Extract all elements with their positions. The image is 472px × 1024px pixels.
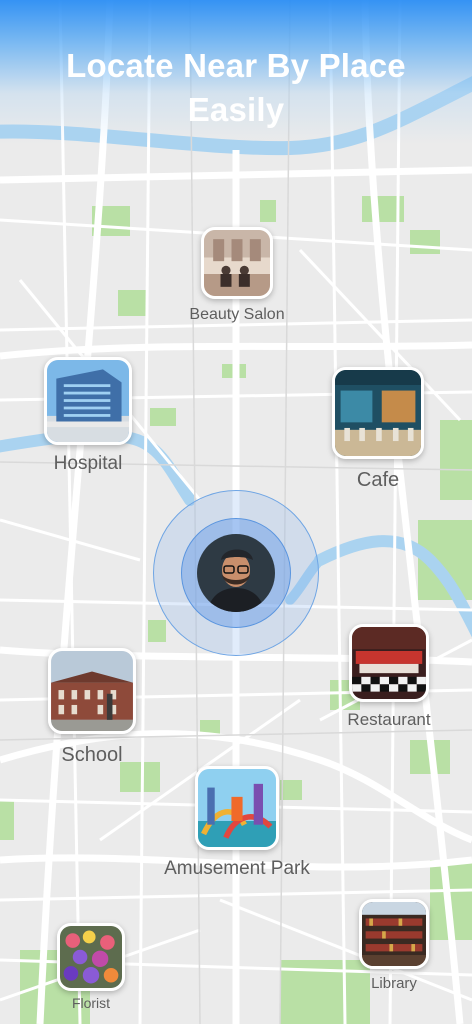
headline-line1: Locate Near By Place <box>66 47 406 84</box>
restaurant-image-icon <box>352 627 426 699</box>
school-label: School <box>61 744 123 766</box>
beauty-salon-label: Beauty Salon <box>189 306 285 323</box>
hospital-thumbnail[interactable] <box>44 357 132 445</box>
library-label: Library <box>371 975 417 992</box>
headline: Locate Near By Place Easily <box>0 44 472 132</box>
restaurant-thumbnail[interactable] <box>349 624 429 702</box>
florist-label: Florist <box>71 995 111 1011</box>
user-avatar-image <box>197 534 275 612</box>
hospital-label: Hospital <box>53 453 123 474</box>
hospital-image-icon <box>47 360 129 442</box>
cafe-thumbnail[interactable] <box>332 367 424 459</box>
cafe-label: Cafe <box>356 469 400 491</box>
user-avatar-icon[interactable] <box>197 534 275 612</box>
library-thumbnail[interactable] <box>359 899 429 969</box>
florist-image-icon <box>60 926 122 988</box>
amusement-park-image-icon <box>198 769 276 847</box>
headline-line2: Easily <box>187 91 285 128</box>
library-image-icon <box>362 902 426 966</box>
restaurant-label: Restaurant <box>347 710 431 729</box>
school-thumbnail[interactable] <box>48 648 136 734</box>
cafe-image-icon <box>335 370 421 456</box>
school-image-icon <box>51 651 133 731</box>
florist-thumbnail[interactable] <box>57 923 125 991</box>
amusement-park-label: Amusement Park <box>164 858 310 879</box>
beauty-salon-thumbnail[interactable] <box>201 227 273 299</box>
amusement-park-thumbnail[interactable] <box>195 766 279 850</box>
salon-image-icon <box>204 230 270 296</box>
